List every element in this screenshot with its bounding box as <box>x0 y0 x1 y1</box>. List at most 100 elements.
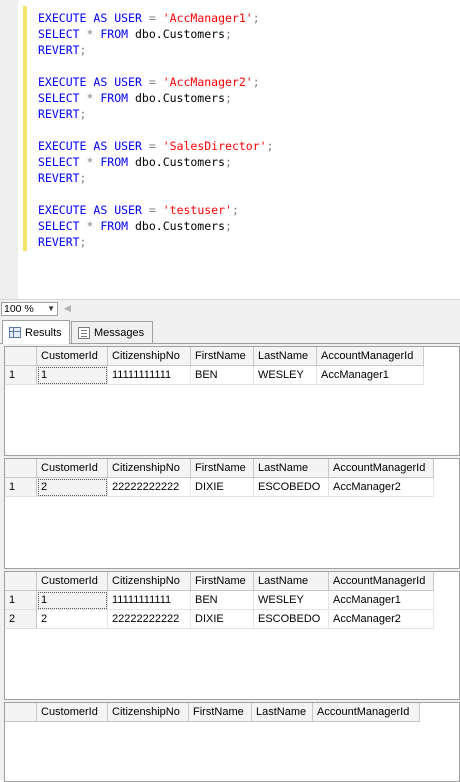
sql-string: 'AccManager1' <box>162 11 253 25</box>
grid-cell[interactable]: AccManager2 <box>329 478 434 497</box>
grid-cell[interactable]: 22222222222 <box>108 478 191 497</box>
sql-keyword: SELECT <box>38 27 80 41</box>
row-number[interactable]: 1 <box>5 591 37 610</box>
grid-cell[interactable]: DIXIE <box>191 478 254 497</box>
chevron-down-icon[interactable]: ▼ <box>47 303 55 315</box>
grid-cell[interactable]: 11111111111 <box>108 366 191 385</box>
editor-margin <box>0 0 18 299</box>
column-header[interactable]: CitizenshipNo <box>108 703 189 722</box>
grid-corner[interactable] <box>5 703 37 722</box>
column-header[interactable]: CitizenshipNo <box>108 347 191 366</box>
column-header[interactable]: AccountManagerId <box>313 703 420 722</box>
column-header[interactable]: FirstName <box>191 459 254 478</box>
result-grid[interactable]: CustomerId CitizenshipNo FirstName LastName… <box>4 458 460 569</box>
sql-object-name: dbo.Customers <box>135 27 226 41</box>
sql-keyword: REVERT <box>38 43 80 57</box>
column-header[interactable]: CitizenshipNo <box>108 572 191 591</box>
tab-messages[interactable]: Messages <box>71 321 153 343</box>
column-header[interactable]: LastName <box>254 459 329 478</box>
sql-operator: = <box>148 75 156 89</box>
code-line: EXECUTE AS USER = 'testuser'; <box>38 202 274 218</box>
sql-operator: * <box>86 27 94 41</box>
grid-cell[interactable]: BEN <box>191 591 254 610</box>
result-grid[interactable]: CustomerId CitizenshipNo FirstName LastName… <box>4 702 460 782</box>
grid-cell[interactable]: ESCOBEDO <box>254 610 329 629</box>
sql-keyword: FROM <box>100 27 129 41</box>
sql-keyword: EXECUTE <box>38 203 87 217</box>
column-header[interactable]: CitizenshipNo <box>108 459 191 478</box>
grid-cell[interactable]: 22222222222 <box>108 610 191 629</box>
code-line: REVERT; <box>38 42 274 58</box>
grid-cell[interactable]: ESCOBEDO <box>254 478 329 497</box>
sql-terminator: ; <box>225 155 232 169</box>
column-header[interactable]: LastName <box>252 703 313 722</box>
column-header[interactable]: LastName <box>254 572 329 591</box>
grid-cell[interactable]: WESLEY <box>254 366 317 385</box>
column-header[interactable]: LastName <box>254 347 317 366</box>
tab-results-label: Results <box>25 326 62 339</box>
column-header[interactable]: FirstName <box>191 347 254 366</box>
row-number[interactable]: 1 <box>5 366 37 385</box>
grid-cell[interactable]: BEN <box>191 366 254 385</box>
sql-keyword: AS <box>93 139 108 153</box>
zoom-scroll-bar: 100 % ▼ ◀ <box>0 299 460 318</box>
sql-keyword: USER <box>114 139 142 153</box>
sql-terminator: ; <box>225 91 232 105</box>
sql-keyword: AS <box>93 11 108 25</box>
code-line: EXECUTE AS USER = 'AccManager2'; <box>38 74 274 90</box>
column-header[interactable]: AccountManagerId <box>329 572 434 591</box>
sql-string: 'testuser' <box>162 203 232 217</box>
sql-terminator: ; <box>79 171 87 185</box>
sql-keyword: EXECUTE <box>38 139 87 153</box>
scroll-left-arrow-icon[interactable]: ◀ <box>64 303 71 314</box>
sql-operator: * <box>86 219 94 233</box>
tab-results[interactable]: Results <box>2 320 70 344</box>
grid-cell[interactable]: AccManager1 <box>317 366 424 385</box>
code-lines[interactable]: EXECUTE AS USER = 'AccManager1'; SELECT *… <box>38 10 274 250</box>
code-line: SELECT * FROM dbo.Customers; <box>38 154 274 170</box>
column-header[interactable]: CustomerId <box>37 459 108 478</box>
grid-cell[interactable]: 2 <box>37 610 108 629</box>
grid-cell[interactable]: 1 <box>37 591 108 610</box>
zoom-select[interactable]: 100 % ▼ <box>1 302 58 316</box>
result-grid[interactable]: CustomerId CitizenshipNo FirstName LastName… <box>4 346 460 456</box>
sql-terminator: ; <box>252 11 260 25</box>
code-line: EXECUTE AS USER = 'SalesDirector'; <box>38 138 274 154</box>
column-header[interactable]: CustomerId <box>37 347 108 366</box>
sql-keyword: AS <box>93 203 108 217</box>
sql-operator: * <box>86 91 94 105</box>
sql-keyword: EXECUTE <box>38 11 87 25</box>
grid-corner[interactable] <box>5 572 37 591</box>
grid-icon <box>9 327 21 338</box>
column-header[interactable]: CustomerId <box>37 703 108 722</box>
grid-cell[interactable]: 11111111111 <box>108 591 191 610</box>
grid-cell[interactable]: DIXIE <box>191 610 254 629</box>
sql-keyword: USER <box>114 11 142 25</box>
grid-cell[interactable]: WESLEY <box>254 591 329 610</box>
row-number[interactable]: 1 <box>5 478 37 497</box>
result-grid[interactable]: CustomerId CitizenshipNo FirstName LastName… <box>4 571 460 700</box>
column-header[interactable]: FirstName <box>189 703 252 722</box>
column-header[interactable]: AccountManagerId <box>329 459 434 478</box>
grid-cell[interactable]: AccManager2 <box>329 610 434 629</box>
sql-keyword: REVERT <box>38 171 80 185</box>
sql-keyword: USER <box>114 75 142 89</box>
grid-cell[interactable]: 1 <box>37 366 108 385</box>
sql-terminator: ; <box>225 219 232 233</box>
grid-corner[interactable] <box>5 459 37 478</box>
query-editor[interactable]: EXECUTE AS USER = 'AccManager1'; SELECT *… <box>0 0 460 299</box>
grid-cell[interactable]: AccManager1 <box>329 591 434 610</box>
grid-cell[interactable]: 2 <box>37 478 108 497</box>
sql-keyword: FROM <box>100 155 129 169</box>
row-number[interactable]: 2 <box>5 610 37 629</box>
sql-object-name: dbo.Customers <box>135 155 226 169</box>
column-header[interactable]: FirstName <box>191 572 254 591</box>
grid-corner[interactable] <box>5 347 37 366</box>
column-header[interactable]: AccountManagerId <box>317 347 424 366</box>
sql-operator: = <box>148 11 156 25</box>
column-header[interactable]: CustomerId <box>37 572 108 591</box>
sql-string: 'SalesDirector' <box>162 139 267 153</box>
code-line: REVERT; <box>38 170 274 186</box>
